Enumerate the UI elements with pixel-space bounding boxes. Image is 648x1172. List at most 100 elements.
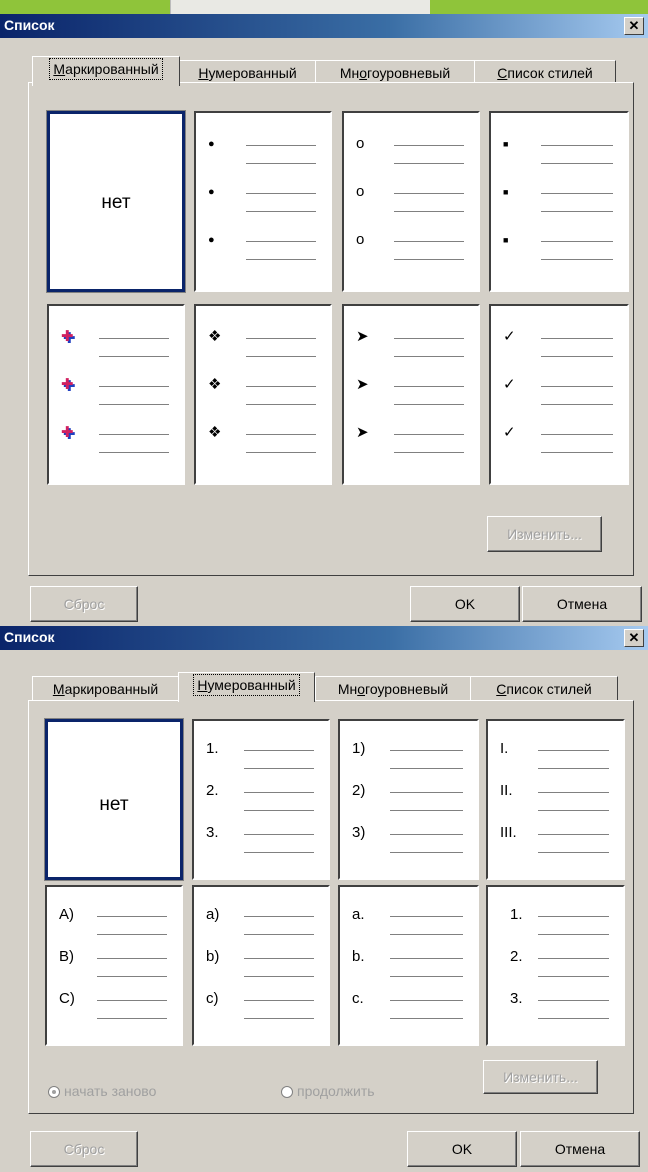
- list-item-preview: ●: [208, 133, 316, 173]
- list-item-preview: 1): [352, 738, 463, 778]
- list-item-preview: ➤: [356, 374, 464, 414]
- style-cell-hollow-circle[interactable]: o o o: [342, 111, 480, 292]
- style-cell-color-pin[interactable]: ✚ ✚ ✚: [47, 304, 185, 485]
- list-marker: B): [59, 948, 74, 965]
- style-cell-alpha-upper-paren[interactable]: A) B) C): [45, 885, 183, 1046]
- list-marker: 3.: [510, 990, 523, 1007]
- style-cell-filled-dot[interactable]: ● ● ●: [194, 111, 332, 292]
- preview-line: [538, 750, 609, 751]
- list-item-preview: III.: [500, 822, 609, 862]
- preview-line: [538, 792, 609, 793]
- style-cell-four-diamond[interactable]: ❖ ❖ ❖: [194, 304, 332, 485]
- preview-line: [246, 434, 316, 435]
- list-item-preview: C): [59, 988, 167, 1028]
- preview-line: [394, 211, 464, 212]
- style-cell-alpha-lower-paren[interactable]: a) b) c): [192, 885, 330, 1046]
- cancel-button[interactable]: Отмена: [522, 586, 642, 622]
- list-marker: ✓: [503, 328, 516, 345]
- list-marker: 1.: [206, 740, 219, 757]
- restart-numbering-radio[interactable]: начать заново: [48, 1083, 156, 1099]
- tab-list-styles[interactable]: Список стилей: [470, 676, 618, 701]
- preview-line: [541, 386, 613, 387]
- preview-line: [394, 163, 464, 164]
- list-dialog-numbered: Список ✕ Маркированный Нумерованный Многоуро…: [0, 626, 648, 1172]
- list-item-preview: c): [206, 988, 314, 1028]
- preview-line: [97, 976, 167, 977]
- modify-button[interactable]: Изменить...: [487, 516, 602, 552]
- tab-label-post: умерованный: [207, 677, 296, 693]
- style-cell-arabic-dot[interactable]: 1. 2. 3.: [192, 719, 330, 880]
- preview-line: [244, 934, 314, 935]
- tab-multilevel[interactable]: Многоуровневый: [315, 676, 471, 701]
- list-item-preview: ✚: [61, 326, 169, 366]
- list-item-preview: 2.: [206, 780, 314, 820]
- list-item-preview: 1.: [206, 738, 314, 778]
- style-cell-checkmark[interactable]: ✓ ✓ ✓: [489, 304, 629, 485]
- tab-label-accel: Н: [198, 65, 209, 81]
- list-item-preview: b): [206, 946, 314, 986]
- preview-line: [390, 792, 463, 793]
- cancel-button[interactable]: Отмена: [520, 1131, 640, 1167]
- list-marker: c.: [352, 990, 364, 1007]
- preview-line: [390, 1000, 463, 1001]
- tab-label: Маркированный: [49, 58, 163, 80]
- preview-line: [99, 356, 169, 357]
- tab-label-pre: Мн: [337, 681, 358, 697]
- style-none-cell[interactable]: нет: [46, 110, 186, 293]
- preview-line: [538, 976, 609, 977]
- reset-button[interactable]: Сброс: [30, 586, 138, 622]
- style-cell-arabic-paren[interactable]: 1) 2) 3): [338, 719, 479, 880]
- preview-line: [390, 976, 463, 977]
- style-cell-filled-square[interactable]: ■ ■ ■: [489, 111, 629, 292]
- list-marker: o: [356, 135, 365, 152]
- list-marker: o: [356, 183, 365, 200]
- list-marker: ●: [208, 138, 215, 150]
- close-icon[interactable]: ✕: [624, 629, 644, 647]
- preview-line: [99, 452, 169, 453]
- list-marker: ✚: [61, 328, 74, 345]
- list-marker: C): [59, 990, 75, 1007]
- preview-line: [538, 852, 609, 853]
- preview-line: [390, 768, 463, 769]
- style-cell-roman-upper[interactable]: I. II. III.: [486, 719, 625, 880]
- ok-button[interactable]: OK: [407, 1131, 517, 1167]
- list-item-preview: 3.: [206, 822, 314, 862]
- style-cell-arrowhead[interactable]: ➤ ➤ ➤: [342, 304, 480, 485]
- list-marker: c): [206, 990, 219, 1007]
- preview-line: [246, 241, 316, 242]
- radio-indicator: [48, 1086, 60, 1099]
- style-cell-alpha-lower-dot[interactable]: a. b. c.: [338, 885, 479, 1046]
- tab-label-accel: С: [496, 681, 507, 697]
- list-marker: ➤: [356, 424, 369, 441]
- preview-line: [97, 916, 167, 917]
- continue-numbering-radio[interactable]: продолжить: [281, 1083, 375, 1099]
- style-none-cell[interactable]: нет: [44, 718, 184, 881]
- list-item-preview: ■: [503, 133, 613, 173]
- preview-line: [390, 834, 463, 835]
- list-item-preview: ✚: [61, 374, 169, 414]
- preview-line: [538, 1000, 609, 1001]
- preview-line: [394, 356, 464, 357]
- preview-line: [541, 193, 613, 194]
- tab-numbered[interactable]: Нумерованный: [178, 672, 315, 702]
- list-marker: ❖: [208, 328, 222, 345]
- style-cell-arabic-dot-indented[interactable]: 1. 2. 3.: [486, 885, 625, 1046]
- tab-label-accel: Н: [197, 677, 208, 693]
- tab-bulleted[interactable]: Маркированный: [32, 56, 180, 86]
- modify-button[interactable]: Изменить...: [483, 1060, 598, 1094]
- tab-label: Список стилей: [493, 677, 595, 701]
- none-label: нет: [99, 794, 129, 815]
- close-icon[interactable]: ✕: [624, 17, 644, 35]
- preview-line: [97, 1000, 167, 1001]
- preview-line: [244, 750, 314, 751]
- list-item-preview: 2.: [500, 946, 609, 986]
- tab-bulleted[interactable]: Маркированный: [32, 676, 179, 701]
- title-bar: Список ✕: [0, 626, 648, 650]
- list-marker: ✓: [503, 424, 516, 441]
- list-marker: 3.: [206, 824, 219, 841]
- tab-label: Нумерованный: [193, 674, 300, 696]
- ok-button[interactable]: OK: [410, 586, 520, 622]
- list-marker: b): [206, 948, 220, 965]
- reset-button[interactable]: Сброс: [30, 1131, 138, 1167]
- tab-label-accel: С: [497, 65, 508, 81]
